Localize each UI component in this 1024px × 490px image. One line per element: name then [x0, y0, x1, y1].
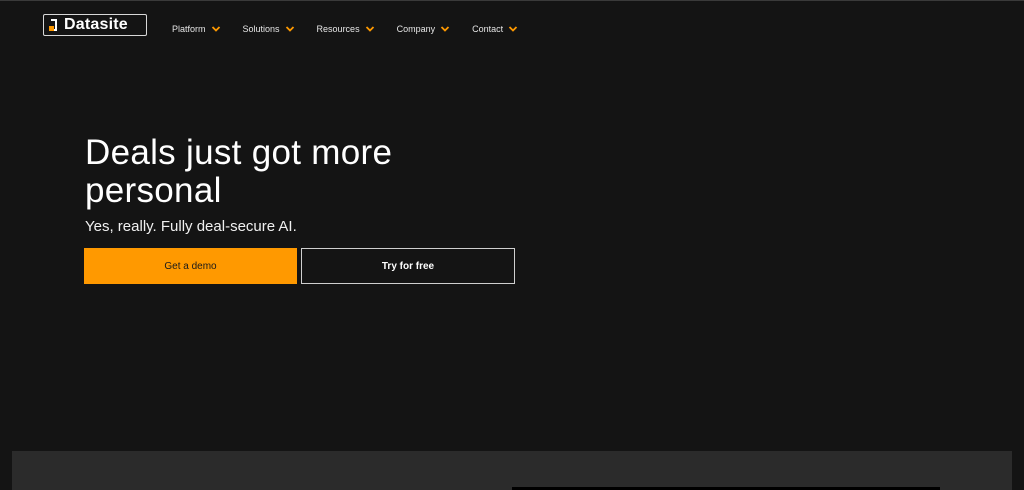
chevron-down-icon	[211, 26, 220, 32]
hero-subtitle: Yes, really. Fully deal-secure AI.	[85, 218, 297, 235]
nav-item-platform[interactable]: Platform	[172, 22, 221, 36]
get-a-demo-button[interactable]: Get a demo	[84, 248, 297, 284]
nav-item-label: Contact	[472, 24, 504, 34]
nav-item-company[interactable]: Company	[397, 22, 451, 36]
nav-item-solutions[interactable]: Solutions	[243, 22, 295, 36]
page: Datasite Platform Solutions Resources Co…	[0, 0, 1024, 490]
datasite-logo[interactable]: Datasite	[43, 14, 147, 36]
next-section-panel	[12, 451, 1012, 490]
chevron-down-icon	[440, 26, 450, 32]
nav-menu: Platform Solutions Resources Company Con…	[172, 22, 540, 36]
top-navigation: Datasite Platform Solutions Resources Co…	[0, 0, 1024, 58]
chevron-down-icon	[365, 26, 374, 32]
try-for-free-button[interactable]: Try for free	[301, 248, 515, 284]
hero-title-line-2: personal	[85, 171, 222, 210]
chevron-down-icon	[509, 26, 518, 32]
nav-item-label: Solutions	[242, 24, 280, 34]
hero-title: Deals just got more personal	[85, 134, 545, 210]
nav-item-contact[interactable]: Contact	[472, 22, 518, 36]
nav-item-resources[interactable]: Resources	[317, 22, 375, 36]
nav-item-label: Company	[396, 24, 436, 34]
nav-item-label: Platform	[172, 24, 206, 34]
logo-text: Datasite	[64, 16, 128, 33]
logo-mark-icon	[49, 19, 60, 31]
nav-item-label: Resources	[316, 24, 360, 34]
chevron-down-icon	[285, 26, 294, 32]
hero-title-line-1: Deals just got more	[85, 133, 393, 172]
